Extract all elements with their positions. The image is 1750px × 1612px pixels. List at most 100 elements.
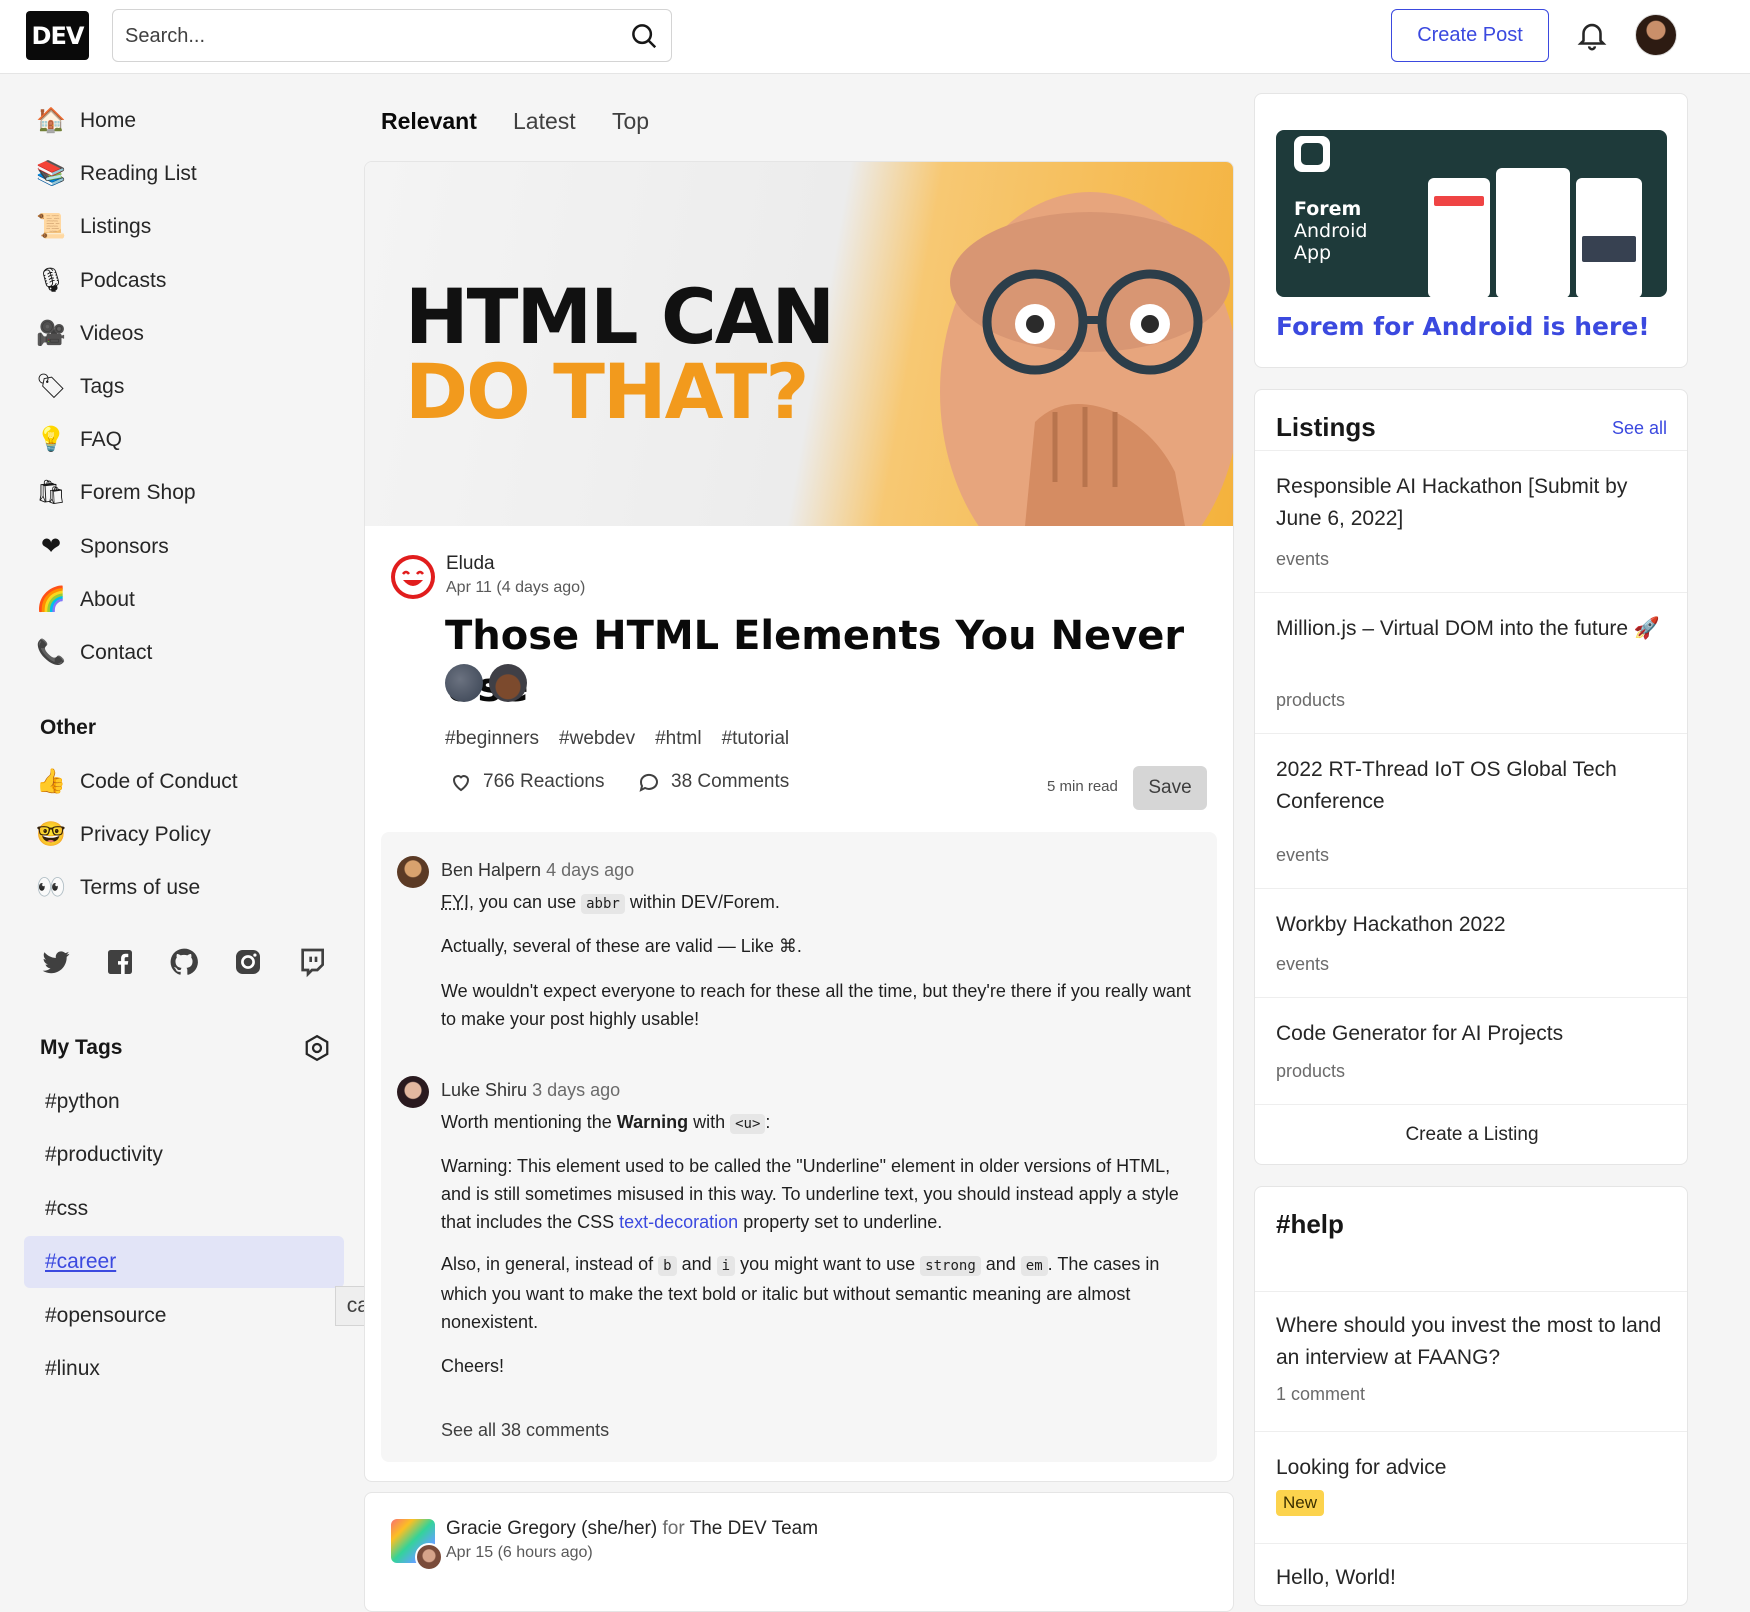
- hexagon-settings-icon[interactable]: [302, 1033, 332, 1063]
- post-tag[interactable]: #html: [655, 728, 701, 750]
- commenter-avatar[interactable]: [397, 856, 429, 888]
- post-author-name[interactable]: Gracie Gregory (she/her): [446, 1518, 657, 1539]
- scroll-icon: 📜: [36, 213, 66, 241]
- new-badge: New: [1276, 1490, 1325, 1516]
- sidebar-item-listings[interactable]: 📜 Listings: [24, 202, 344, 252]
- lightbulb-icon: 💡: [36, 426, 66, 454]
- surprised-man-illustration: [940, 192, 1233, 526]
- sidebar-item-terms-of-use[interactable]: 👀 Terms of use: [24, 863, 344, 913]
- listing-category: events: [1276, 845, 1330, 865]
- user-avatar[interactable]: [1635, 14, 1677, 56]
- search-input[interactable]: [125, 22, 605, 50]
- tab-top[interactable]: Top: [612, 108, 649, 135]
- reading-list-icon: 📚: [36, 160, 66, 188]
- sidebar-item-label: Reading List: [80, 162, 197, 186]
- listing-title: Million.js – Virtual DOM into the future…: [1276, 617, 1661, 640]
- tag-item-css[interactable]: #css: [24, 1183, 344, 1235]
- reactions-count: 766 Reactions: [483, 771, 605, 792]
- comments-button[interactable]: 38 Comments: [637, 770, 789, 794]
- listing-item[interactable]: Responsible AI Hackathon [Submit by June…: [1255, 450, 1687, 592]
- new-moon-face-icon: [445, 664, 483, 702]
- comment-paragraph: Worth mentioning the Warning with <u>:: [441, 1108, 1201, 1138]
- see-all-comments-link[interactable]: See all 38 comments: [441, 1420, 609, 1441]
- listing-item[interactable]: Million.js – Virtual DOM into the future…: [1255, 592, 1687, 733]
- sidebar-item-podcasts[interactable]: 🎙 Podcasts: [24, 256, 344, 306]
- comment-paragraph: We wouldn't expect everyone to reach for…: [441, 981, 1191, 1029]
- comment-text: Also, in general, instead of: [441, 1254, 659, 1274]
- thumbs-up-icon: 👍: [36, 768, 66, 795]
- tab-relevant[interactable]: Relevant: [381, 108, 477, 135]
- comment-bubble-icon: [639, 773, 658, 792]
- sidebar-item-forem-shop[interactable]: 🛍 Forem Shop: [24, 468, 344, 518]
- sponsor-title-link[interactable]: Forem for Android is here!: [1276, 312, 1650, 341]
- sidebar-item-code-of-conduct[interactable]: 👍 Code of Conduct: [24, 757, 344, 807]
- author-avatar[interactable]: [415, 1543, 443, 1571]
- dev-logo[interactable]: DEV: [26, 11, 89, 60]
- post-cover-image[interactable]: HTML CAN DO THAT?: [365, 162, 1233, 526]
- comment-author[interactable]: Luke Shiru: [441, 1080, 527, 1100]
- reactions-button[interactable]: 766 Reactions: [449, 770, 604, 794]
- facebook-icon[interactable]: [104, 946, 136, 978]
- sidebar-item-about[interactable]: 🌈 About: [24, 575, 344, 625]
- save-button[interactable]: Save: [1133, 766, 1207, 810]
- comments-count: 38 Comments: [671, 771, 790, 792]
- create-listing-link[interactable]: Create a Listing: [1255, 1104, 1687, 1164]
- tag-item-opensource[interactable]: #opensource: [24, 1290, 344, 1342]
- comment-text: and: [676, 1254, 717, 1274]
- post-org-name[interactable]: The DEV Team: [690, 1518, 818, 1539]
- inline-code: b: [658, 1256, 677, 1276]
- help-item[interactable]: Looking for advice New: [1255, 1431, 1687, 1543]
- tag-item-career[interactable]: #career: [24, 1236, 344, 1289]
- comment-header: Luke Shiru 3 days ago: [441, 1080, 620, 1101]
- contact-icon: 📞: [36, 639, 66, 666]
- help-item[interactable]: Where should you invest the most to land…: [1255, 1291, 1687, 1431]
- tab-latest[interactable]: Latest: [513, 108, 576, 135]
- help-item-title: Looking for advice: [1276, 1456, 1447, 1479]
- author-avatar[interactable]: [391, 555, 435, 599]
- comment-time[interactable]: 3 days ago: [532, 1080, 620, 1100]
- twitter-icon[interactable]: [40, 946, 72, 978]
- commenter-avatar[interactable]: [397, 1076, 429, 1108]
- tag-item-python[interactable]: #python: [24, 1076, 344, 1128]
- my-tags-heading: My Tags: [40, 1036, 123, 1059]
- sidebar-item-home[interactable]: 🏠 Home: [24, 96, 344, 146]
- post-tag[interactable]: #webdev: [559, 728, 635, 750]
- post-tag[interactable]: #beginners: [445, 728, 539, 750]
- tag-item-linux[interactable]: #linux: [24, 1343, 344, 1395]
- listing-item[interactable]: Workby Hackathon 2022 events: [1255, 888, 1687, 997]
- comment-time[interactable]: 4 days ago: [546, 860, 634, 880]
- text-decoration-link[interactable]: text-decoration: [619, 1212, 738, 1232]
- post-title[interactable]: Those HTML Elements You Never Use: [445, 610, 1215, 714]
- instagram-icon[interactable]: [232, 946, 264, 978]
- listing-item[interactable]: 2022 RT-Thread IoT OS Global Tech Confer…: [1255, 733, 1687, 888]
- sidebar-item-videos[interactable]: 🎥 Videos: [24, 309, 344, 359]
- comment-text: within DEV/Forem.: [624, 892, 780, 912]
- listing-title: Workby Hackathon 2022: [1276, 913, 1506, 936]
- help-item-title: Hello, World!: [1276, 1566, 1396, 1589]
- search-icon[interactable]: [629, 21, 659, 51]
- notifications-bell-icon[interactable]: [1575, 18, 1609, 52]
- sidebar-item-privacy-policy[interactable]: 🤓 Privacy Policy: [24, 810, 344, 860]
- post-date[interactable]: Apr 15 (6 hours ago): [446, 1544, 593, 1562]
- twitch-icon[interactable]: [296, 946, 328, 978]
- help-item[interactable]: Hello, World!: [1255, 1543, 1687, 1605]
- post-author-name[interactable]: Eluda: [446, 553, 495, 575]
- listing-item[interactable]: Code Generator for AI Projects products: [1255, 997, 1687, 1104]
- forem-android-banner[interactable]: Forem Android App: [1276, 130, 1667, 297]
- post-tag[interactable]: #tutorial: [722, 728, 790, 750]
- listings-see-all-link[interactable]: See all: [1612, 418, 1667, 439]
- sidebar-item-contact[interactable]: 📞 Contact: [24, 628, 344, 678]
- sidebar-item-faq[interactable]: 💡 FAQ: [24, 415, 344, 465]
- comment-text: you might want to use: [735, 1254, 921, 1274]
- tag-item-productivity[interactable]: #productivity: [24, 1129, 344, 1181]
- read-time: 5 min read: [1047, 778, 1118, 795]
- post-date[interactable]: Apr 11 (4 days ago): [446, 579, 585, 597]
- comment-author[interactable]: Ben Halpern: [441, 860, 541, 880]
- heart-icon: ❤: [40, 532, 62, 560]
- sidebar-item-tags[interactable]: 🏷 Tags: [24, 362, 344, 412]
- sidebar-item-reading-list[interactable]: 📚 Reading List: [24, 149, 344, 199]
- create-post-button[interactable]: Create Post: [1391, 9, 1549, 62]
- github-icon[interactable]: [168, 946, 200, 978]
- comment-paragraph: Cheers!: [441, 1356, 505, 1376]
- sidebar-item-sponsors[interactable]: ❤ Sponsors: [24, 522, 344, 572]
